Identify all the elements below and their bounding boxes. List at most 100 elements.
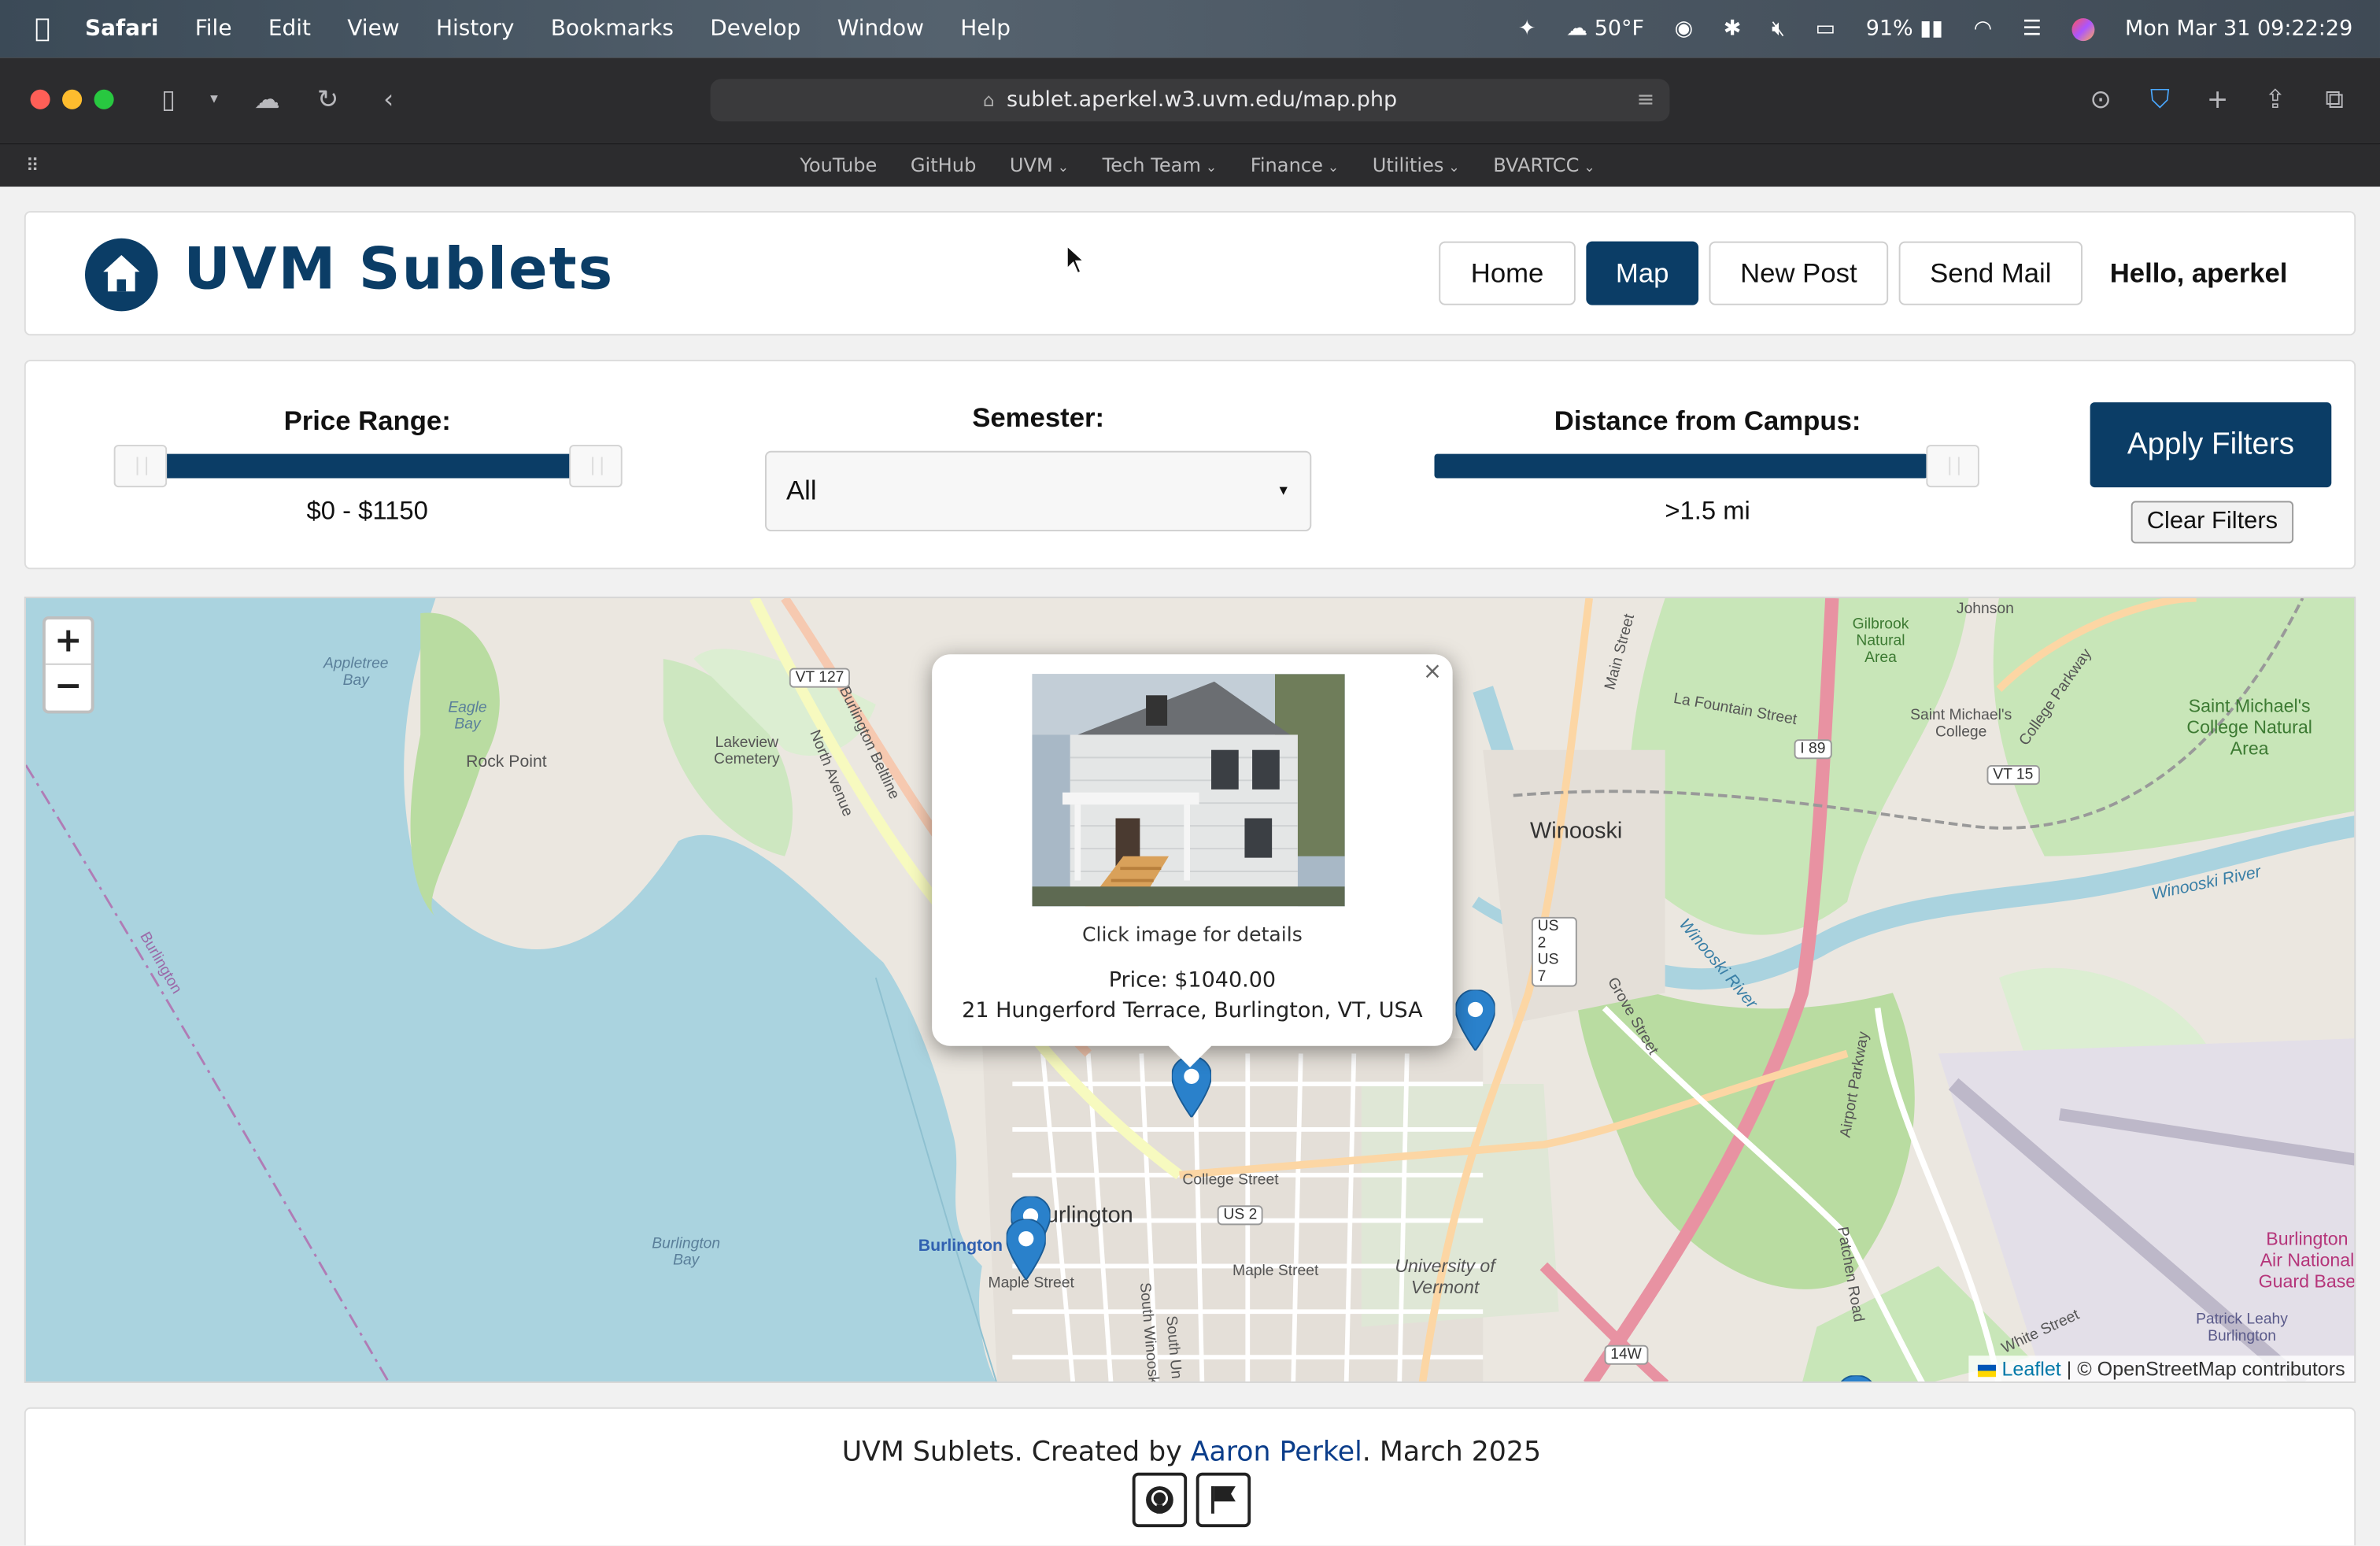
home-button[interactable]: Home xyxy=(1439,241,1576,305)
sync-icon[interactable]: ◉ xyxy=(1675,17,1694,41)
chevron-down-icon: ⌄ xyxy=(1448,161,1460,176)
map-label-smc: Saint Michael's College xyxy=(1910,707,2012,742)
distance-handle[interactable] xyxy=(1926,445,1979,488)
price-min-handle[interactable] xyxy=(113,445,168,488)
distance-slider[interactable] xyxy=(1434,442,1980,490)
back-icon[interactable]: ‹ xyxy=(371,83,405,117)
favorites-list: YouTube GitHub UVM ⌄ Tech Team ⌄ Finance ⌄ Utili… xyxy=(800,153,1595,176)
icloud-icon[interactable]: ☁ xyxy=(250,83,283,117)
apple-icon[interactable]:  xyxy=(0,13,85,44)
price-max-handle[interactable] xyxy=(569,445,623,488)
map-label-burlington-bay: Burlington Bay xyxy=(652,1235,721,1270)
fan-icon[interactable]: ✦ xyxy=(1518,17,1536,41)
zoom-out-button[interactable]: − xyxy=(46,665,91,711)
chevron-down-icon[interactable]: ▾ xyxy=(198,83,231,117)
favorite-bvartcc[interactable]: BVARTCC ⌄ xyxy=(1493,153,1595,176)
weather-status[interactable]: ☁ 50°F xyxy=(1566,17,1644,41)
favorite-tech-team[interactable]: Tech Team ⌄ xyxy=(1103,153,1218,176)
macos-menu-bar:  Safari File Edit View History Bookmark… xyxy=(0,0,2380,58)
battery-status[interactable]: 91% ▮▮ xyxy=(1866,17,1943,41)
clear-filters-button[interactable]: Clear Filters xyxy=(2131,501,2294,544)
send-mail-button[interactable]: Send Mail xyxy=(1898,241,2082,305)
favorite-uvm[interactable]: UVM ⌄ xyxy=(1010,153,1069,176)
map-label-appletree-bay: Appletree Bay xyxy=(323,656,389,690)
menu-edit[interactable]: Edit xyxy=(268,17,311,41)
map-label-airport: Burlington Air National Guard Base xyxy=(2258,1228,2356,1293)
map-label-rock-point: Rock Point xyxy=(466,753,547,771)
wifi-icon[interactable]: ◠ xyxy=(1974,17,1993,41)
menu-app-name[interactable]: Safari xyxy=(85,17,158,41)
sidebar-icon[interactable]: ▯ xyxy=(152,83,185,117)
listing-popup: × Click image for details Price: $1040.0… xyxy=(932,654,1453,1068)
listing-photo[interactable] xyxy=(1032,674,1345,907)
favorite-label: Utilities xyxy=(1372,153,1444,176)
report-button[interactable] xyxy=(1196,1472,1251,1528)
page: UVM Sublets Home Map New Post Send Mail … xyxy=(0,187,2380,1546)
footer-text-before: UVM Sublets. Created by xyxy=(841,1436,1191,1468)
map-button[interactable]: Map xyxy=(1586,241,1699,305)
minimize-window-button[interactable] xyxy=(62,89,83,109)
menu-help[interactable]: Help xyxy=(960,17,1011,41)
tabs-overview-icon[interactable]: ⧉ xyxy=(2318,83,2351,117)
map-label-lakeview: Lakeview Cemetery xyxy=(714,734,780,768)
menu-view[interactable]: View xyxy=(347,17,399,41)
map-label-patrick-leahy: Patrick Leahy Burlington xyxy=(2196,1311,2288,1345)
price-range-slider[interactable] xyxy=(94,442,641,490)
new-tab-icon[interactable]: + xyxy=(2201,83,2234,117)
control-center-icon[interactable]: ☰ xyxy=(2023,17,2042,41)
bluetooth-icon[interactable]: ✱ xyxy=(1724,17,1742,41)
datetime[interactable]: Mon Mar 31 09:22:29 xyxy=(2125,17,2352,41)
favorite-github[interactable]: GitHub xyxy=(911,153,977,176)
menu-history[interactable]: History xyxy=(436,17,515,41)
flag-icon xyxy=(1210,1486,1236,1514)
map-view[interactable]: + − Winooski Burlington Burlington Unive… xyxy=(24,596,2356,1383)
chevron-down-icon: ⌄ xyxy=(1327,161,1340,176)
reader-icon[interactable]: ≡ xyxy=(1637,88,1655,113)
map-label-maple-street: Maple Street xyxy=(1232,1263,1319,1280)
siri-icon[interactable] xyxy=(2071,17,2095,41)
battery-text: 91% xyxy=(1865,17,1913,42)
map-marker[interactable] xyxy=(1006,1219,1046,1280)
popup-address: 21 Hungerford Terrace, Burlington, VT, U… xyxy=(962,998,1423,1023)
home-logo-icon[interactable] xyxy=(84,238,158,312)
display-icon[interactable]: ▭ xyxy=(1816,17,1836,41)
site-title[interactable]: UVM Sublets xyxy=(183,235,614,302)
popup-caption: Click image for details xyxy=(1082,924,1303,948)
popup-close-button[interactable]: × xyxy=(1423,657,1442,685)
distance-label: Distance from Campus: xyxy=(1554,405,1861,436)
menu-develop[interactable]: Develop xyxy=(710,17,800,41)
favorite-label: UVM xyxy=(1009,153,1053,176)
share-icon[interactable]: ⇪ xyxy=(2259,83,2292,117)
chevron-down-icon: ⌄ xyxy=(1057,161,1070,176)
favorite-label: BVARTCC xyxy=(1493,153,1580,176)
new-post-button[interactable]: New Post xyxy=(1709,241,1889,305)
apply-filters-button[interactable]: Apply Filters xyxy=(2090,402,2332,488)
zoom-in-button[interactable]: + xyxy=(45,620,91,665)
map-label-uvm: University of Vermont xyxy=(1395,1255,1495,1298)
menu-bookmarks[interactable]: Bookmarks xyxy=(551,17,674,41)
map-label-gilbrook: Gilbrook Natural Area xyxy=(1852,616,1909,667)
favorite-youtube[interactable]: YouTube xyxy=(800,153,877,176)
favorite-label: Finance xyxy=(1250,153,1323,176)
leaflet-link[interactable]: Leaflet xyxy=(2001,1357,2060,1380)
mute-icon[interactable]: 🔇︎ xyxy=(1772,17,1785,41)
shield-icon[interactable]: ⛉ xyxy=(2143,83,2176,117)
github-icon xyxy=(1146,1486,1173,1514)
reload-icon[interactable]: ↻ xyxy=(311,83,344,117)
menu-window[interactable]: Window xyxy=(837,17,924,41)
map-marker[interactable] xyxy=(1455,989,1495,1051)
favorite-finance[interactable]: Finance ⌄ xyxy=(1251,153,1340,176)
address-bar[interactable]: ⌂ sublet.aperkel.w3.uvm.edu/map.php ≡ xyxy=(710,79,1670,122)
zoom-window-button[interactable] xyxy=(94,89,114,109)
distance-value: >1.5 mi xyxy=(1665,496,1750,526)
map-marker[interactable] xyxy=(1837,1375,1876,1383)
downloads-icon[interactable]: ⊙ xyxy=(2084,83,2117,117)
footer-text: UVM Sublets. Created by Aaron Perkel. Ma… xyxy=(26,1436,2357,1468)
semester-select[interactable]: All ▼ xyxy=(764,450,1312,531)
grid-icon[interactable]: ⠿ xyxy=(26,155,39,176)
close-window-button[interactable] xyxy=(30,89,50,109)
menu-file[interactable]: File xyxy=(195,17,232,41)
github-button[interactable] xyxy=(1132,1472,1188,1528)
favorite-utilities[interactable]: Utilities ⌄ xyxy=(1373,153,1460,176)
author-link[interactable]: Aaron Perkel xyxy=(1191,1436,1362,1468)
